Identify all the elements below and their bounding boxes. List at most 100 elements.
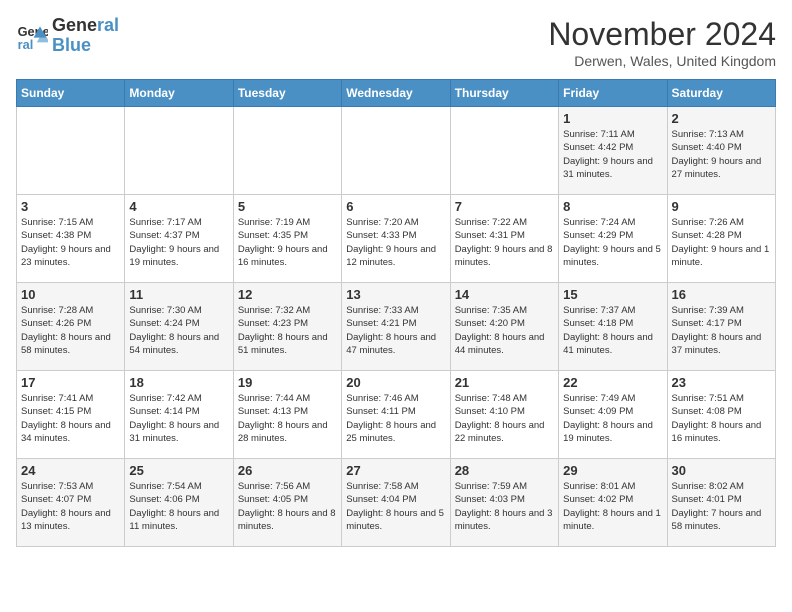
day-cell: 23 Sunrise: 7:51 AM Sunset: 4:08 PM Dayli… (667, 371, 775, 459)
day-info: Sunrise: 7:46 AM Sunset: 4:11 PM Dayligh… (346, 392, 445, 445)
day-cell: 9 Sunrise: 7:26 AM Sunset: 4:28 PM Daylig… (667, 195, 775, 283)
day-cell: 25 Sunrise: 7:54 AM Sunset: 4:06 PM Dayli… (125, 459, 233, 547)
day-info: Sunrise: 7:48 AM Sunset: 4:10 PM Dayligh… (455, 392, 554, 445)
day-number: 25 (129, 463, 228, 478)
day-number: 9 (672, 199, 771, 214)
day-info: Sunrise: 8:01 AM Sunset: 4:02 PM Dayligh… (563, 480, 662, 533)
day-cell (450, 107, 558, 195)
day-number: 15 (563, 287, 662, 302)
header-saturday: Saturday (667, 80, 775, 107)
day-cell: 4 Sunrise: 7:17 AM Sunset: 4:37 PM Daylig… (125, 195, 233, 283)
calendar-header: SundayMondayTuesdayWednesdayThursdayFrid… (17, 80, 776, 107)
page-header: Gene ral General Blue November 2024 Derw… (16, 16, 776, 69)
day-info: Sunrise: 7:37 AM Sunset: 4:18 PM Dayligh… (563, 304, 662, 357)
day-info: Sunrise: 7:39 AM Sunset: 4:17 PM Dayligh… (672, 304, 771, 357)
day-info: Sunrise: 7:24 AM Sunset: 4:29 PM Dayligh… (563, 216, 662, 269)
header-row: SundayMondayTuesdayWednesdayThursdayFrid… (17, 80, 776, 107)
day-number: 17 (21, 375, 120, 390)
day-info: Sunrise: 7:32 AM Sunset: 4:23 PM Dayligh… (238, 304, 337, 357)
month-title: November 2024 (548, 16, 776, 53)
day-cell: 16Sunrise: 7:39 AM Sunset: 4:17 PM Dayli… (667, 283, 775, 371)
week-row-1: 1 Sunrise: 7:11 AM Sunset: 4:42 PM Daylig… (17, 107, 776, 195)
day-cell: 19Sunrise: 7:44 AM Sunset: 4:13 PM Dayli… (233, 371, 341, 459)
day-cell: 15 Sunrise: 7:37 AM Sunset: 4:18 PM Dayli… (559, 283, 667, 371)
day-cell: 7 Sunrise: 7:22 AM Sunset: 4:31 PM Daylig… (450, 195, 558, 283)
day-cell: 26Sunrise: 7:56 AM Sunset: 4:05 PM Dayli… (233, 459, 341, 547)
day-number: 27 (346, 463, 445, 478)
day-number: 14 (455, 287, 554, 302)
title-block: November 2024 Derwen, Wales, United King… (548, 16, 776, 69)
day-cell: 1 Sunrise: 7:11 AM Sunset: 4:42 PM Daylig… (559, 107, 667, 195)
logo-text-general: General (52, 16, 119, 36)
day-cell: 2Sunrise: 7:13 AM Sunset: 4:40 PM Daylig… (667, 107, 775, 195)
logo-icon: Gene ral (16, 20, 48, 52)
day-cell: 21Sunrise: 7:48 AM Sunset: 4:10 PM Dayli… (450, 371, 558, 459)
day-cell (125, 107, 233, 195)
header-thursday: Thursday (450, 80, 558, 107)
day-cell (342, 107, 450, 195)
day-info: Sunrise: 7:51 AM Sunset: 4:08 PM Dayligh… (672, 392, 771, 445)
day-cell: 13 Sunrise: 7:33 AM Sunset: 4:21 PM Dayli… (342, 283, 450, 371)
day-info: Sunrise: 7:42 AM Sunset: 4:14 PM Dayligh… (129, 392, 228, 445)
day-number: 24 (21, 463, 120, 478)
day-number: 29 (563, 463, 662, 478)
header-tuesday: Tuesday (233, 80, 341, 107)
day-info: Sunrise: 7:11 AM Sunset: 4:42 PM Dayligh… (563, 128, 662, 181)
week-row-5: 24 Sunrise: 7:53 AM Sunset: 4:07 PM Dayli… (17, 459, 776, 547)
day-info: Sunrise: 7:35 AM Sunset: 4:20 PM Dayligh… (455, 304, 554, 357)
svg-text:ral: ral (18, 37, 34, 52)
day-info: Sunrise: 7:58 AM Sunset: 4:04 PM Dayligh… (346, 480, 445, 533)
calendar-table: SundayMondayTuesdayWednesdayThursdayFrid… (16, 79, 776, 547)
day-info: Sunrise: 7:13 AM Sunset: 4:40 PM Dayligh… (672, 128, 771, 181)
day-number: 18 (129, 375, 228, 390)
day-cell: 3 Sunrise: 7:15 AM Sunset: 4:38 PM Daylig… (17, 195, 125, 283)
logo: Gene ral General Blue (16, 16, 119, 56)
day-info: Sunrise: 7:15 AM Sunset: 4:38 PM Dayligh… (21, 216, 120, 269)
day-number: 5 (238, 199, 337, 214)
day-info: Sunrise: 7:49 AM Sunset: 4:09 PM Dayligh… (563, 392, 662, 445)
day-number: 28 (455, 463, 554, 478)
day-cell: 5 Sunrise: 7:19 AM Sunset: 4:35 PM Daylig… (233, 195, 341, 283)
day-cell: 14 Sunrise: 7:35 AM Sunset: 4:20 PM Dayli… (450, 283, 558, 371)
day-number: 1 (563, 111, 662, 126)
day-cell: 24 Sunrise: 7:53 AM Sunset: 4:07 PM Dayli… (17, 459, 125, 547)
day-number: 20 (346, 375, 445, 390)
day-cell: 29 Sunrise: 8:01 AM Sunset: 4:02 PM Dayli… (559, 459, 667, 547)
day-number: 19 (238, 375, 337, 390)
day-cell: 8 Sunrise: 7:24 AM Sunset: 4:29 PM Daylig… (559, 195, 667, 283)
day-cell: 20 Sunrise: 7:46 AM Sunset: 4:11 PM Dayli… (342, 371, 450, 459)
logo-text-blue: Blue (52, 36, 119, 56)
day-info: Sunrise: 7:33 AM Sunset: 4:21 PM Dayligh… (346, 304, 445, 357)
day-cell (233, 107, 341, 195)
day-number: 12 (238, 287, 337, 302)
header-monday: Monday (125, 80, 233, 107)
day-number: 23 (672, 375, 771, 390)
day-info: Sunrise: 7:19 AM Sunset: 4:35 PM Dayligh… (238, 216, 337, 269)
day-number: 11 (129, 287, 228, 302)
day-number: 10 (21, 287, 120, 302)
day-info: Sunrise: 7:17 AM Sunset: 4:37 PM Dayligh… (129, 216, 228, 269)
day-number: 8 (563, 199, 662, 214)
week-row-4: 17Sunrise: 7:41 AM Sunset: 4:15 PM Dayli… (17, 371, 776, 459)
week-row-2: 3 Sunrise: 7:15 AM Sunset: 4:38 PM Daylig… (17, 195, 776, 283)
day-info: Sunrise: 7:22 AM Sunset: 4:31 PM Dayligh… (455, 216, 554, 269)
day-cell: 17Sunrise: 7:41 AM Sunset: 4:15 PM Dayli… (17, 371, 125, 459)
day-number: 7 (455, 199, 554, 214)
day-number: 4 (129, 199, 228, 214)
day-number: 13 (346, 287, 445, 302)
header-wednesday: Wednesday (342, 80, 450, 107)
calendar-body: 1 Sunrise: 7:11 AM Sunset: 4:42 PM Daylig… (17, 107, 776, 547)
day-cell: 12 Sunrise: 7:32 AM Sunset: 4:23 PM Dayli… (233, 283, 341, 371)
location: Derwen, Wales, United Kingdom (548, 53, 776, 69)
day-number: 3 (21, 199, 120, 214)
week-row-3: 10 Sunrise: 7:28 AM Sunset: 4:26 PM Dayli… (17, 283, 776, 371)
day-cell: 22Sunrise: 7:49 AM Sunset: 4:09 PM Dayli… (559, 371, 667, 459)
day-info: Sunrise: 7:28 AM Sunset: 4:26 PM Dayligh… (21, 304, 120, 357)
day-info: Sunrise: 7:26 AM Sunset: 4:28 PM Dayligh… (672, 216, 771, 269)
day-info: Sunrise: 7:56 AM Sunset: 4:05 PM Dayligh… (238, 480, 337, 533)
day-number: 30 (672, 463, 771, 478)
day-info: Sunrise: 7:53 AM Sunset: 4:07 PM Dayligh… (21, 480, 120, 533)
day-info: Sunrise: 7:54 AM Sunset: 4:06 PM Dayligh… (129, 480, 228, 533)
day-cell (17, 107, 125, 195)
day-cell: 11Sunrise: 7:30 AM Sunset: 4:24 PM Dayli… (125, 283, 233, 371)
